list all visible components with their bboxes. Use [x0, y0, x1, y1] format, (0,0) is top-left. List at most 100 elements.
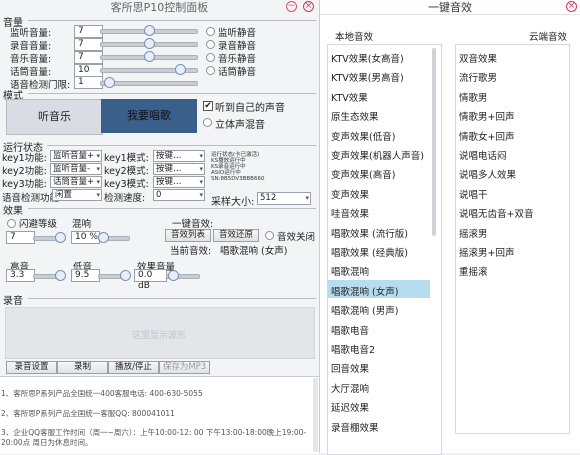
listen-music-button[interactable]: 听音乐	[6, 99, 103, 135]
volume-label: 话筒音量:	[10, 67, 52, 78]
notice-scrollbar[interactable]	[313, 378, 318, 452]
mute-label: 话筒静音	[218, 67, 257, 78]
local-effect-item[interactable]: KTV效果	[331, 90, 368, 104]
divider	[28, 20, 316, 21]
chevron-down-icon: ▾	[199, 165, 203, 173]
recording-section-title: 录音	[3, 296, 23, 307]
chevron-down-icon: ▾	[96, 165, 100, 173]
volume-knob[interactable]	[174, 64, 186, 75]
local-effect-item[interactable]: 变声效果(低音)	[331, 129, 395, 143]
effect-volume-knob[interactable]	[168, 270, 179, 281]
volume-input[interactable]: 7	[74, 25, 103, 38]
local-effects-header: 本地音效	[335, 32, 374, 43]
save-mp3-button[interactable]: 保存为MP3	[159, 361, 210, 374]
chevron-down-icon: ▾	[96, 152, 100, 160]
local-effect-item[interactable]: 变声效果	[331, 187, 369, 201]
mute-radio[interactable]	[206, 27, 215, 36]
effect-restore-button[interactable]: 音效还原	[213, 229, 259, 242]
divider	[28, 208, 316, 209]
volume-knob[interactable]	[144, 51, 155, 62]
reverb-knob[interactable]	[98, 232, 109, 243]
key-function-select[interactable]: 话筒音量+ ▾	[50, 176, 102, 188]
key-mode-select[interactable]: 按键… ▾	[153, 150, 205, 162]
cloud-effect-item[interactable]: 情歌女+回声	[459, 129, 514, 143]
bass-input[interactable]: 9.5	[71, 269, 100, 282]
volume-knob[interactable]	[144, 25, 155, 36]
local-effect-item[interactable]: 延迟效果	[331, 400, 369, 414]
local-effect-item[interactable]: KTV效果(男高音)	[331, 70, 404, 84]
cloud-effect-item[interactable]: 情歌男+回声	[459, 109, 514, 123]
chevron-down-icon: ▾	[199, 191, 203, 199]
local-effect-item[interactable]: 唱歌电音2	[331, 342, 375, 356]
cloud-effect-item[interactable]: 流行歌男	[459, 70, 497, 84]
local-effect-item[interactable]: 唱歌混响 (男声)	[331, 303, 398, 317]
cloud-effect-item[interactable]: 说唱干	[459, 187, 488, 201]
close-icon[interactable]: ×	[303, 1, 314, 12]
mute-radio[interactable]	[206, 53, 215, 62]
sample-size-select[interactable]: 512 ▾	[257, 192, 311, 205]
local-effect-item[interactable]: 哇音效果	[331, 206, 369, 220]
cloud-effects-header: 云端音效	[529, 32, 568, 43]
flash-level-input[interactable]: 7	[6, 231, 35, 244]
hear-self-checkbox[interactable]: ✔	[203, 101, 213, 111]
local-effect-item[interactable]: 唱歌效果 (流行版)	[331, 226, 408, 240]
sing-button[interactable]: 我要唱歌	[101, 99, 197, 133]
treble-knob[interactable]	[55, 270, 66, 281]
record-button[interactable]: 录制	[57, 361, 108, 374]
key-mode-select[interactable]: 按键… ▾	[153, 163, 205, 175]
mute-radio[interactable]	[206, 40, 215, 49]
local-effect-item[interactable]: 唱歌混响	[331, 264, 369, 278]
key-function-select[interactable]: 监听音量+ ▾	[50, 150, 102, 162]
key-function-select[interactable]: 监听音量- ▾	[50, 163, 102, 175]
cloud-effect-item[interactable]: 说唱电话闷	[459, 148, 507, 162]
volume-input[interactable]: 7	[74, 38, 103, 51]
key-mode-select[interactable]: 按键… ▾	[153, 176, 205, 188]
close-icon[interactable]: ×	[566, 1, 577, 12]
mute-radio[interactable]	[206, 66, 215, 75]
local-effect-item[interactable]: 回音效果	[331, 361, 369, 375]
cloud-effect-item[interactable]: 重摇滚	[459, 264, 488, 278]
local-effect-item[interactable]: 原生态效果	[331, 109, 379, 123]
divider	[28, 93, 316, 94]
voice-threshold-input[interactable]: 1	[74, 76, 103, 89]
local-effect-item[interactable]: 唱歌效果 (经典版)	[331, 245, 408, 259]
bass-knob[interactable]	[120, 270, 131, 281]
cloud-effect-item[interactable]: 说唱无齿音+双音	[459, 206, 533, 220]
flash-level-label: 闪避等级	[19, 219, 58, 230]
detect-speed-label: 检测速度:	[104, 193, 146, 204]
treble-input[interactable]: 3.3	[6, 269, 35, 282]
play-stop-button[interactable]: 播放/停止	[108, 361, 159, 374]
cloud-effect-item[interactable]: 情歌男	[459, 90, 488, 104]
volume-input[interactable]: 7	[74, 51, 103, 64]
volume-knob[interactable]	[144, 38, 155, 49]
local-effect-item[interactable]: 变声效果(机器人声音)	[331, 148, 424, 162]
cloud-effect-item[interactable]: 摇滚男+回声	[459, 245, 514, 259]
local-effect-item[interactable]: KTV效果(女高音)	[331, 51, 404, 65]
flash-level-knob[interactable]	[55, 232, 66, 243]
local-effect-item[interactable]: 大厅混响	[331, 381, 369, 395]
effect-list-button[interactable]: 音效列表	[165, 229, 211, 242]
volume-label: 监听音量:	[10, 28, 52, 39]
reverb-input[interactable]: 10 %	[71, 231, 100, 244]
local-list-scrollbar[interactable]	[432, 48, 436, 236]
local-effect-item[interactable]: 录音棚效果	[331, 420, 379, 434]
effect-off-radio[interactable]	[265, 231, 274, 240]
cloud-effect-item[interactable]: 双音效果	[459, 51, 497, 65]
cloud-effect-item[interactable]: 说唱多人效果	[459, 167, 516, 181]
cloud-effect-item[interactable]: 摇滚男	[459, 226, 488, 240]
key-function-label: key3功能:	[2, 179, 47, 190]
stereo-mix-radio[interactable]	[203, 118, 212, 127]
effect-volume-input[interactable]: 0.0 dB	[134, 269, 167, 291]
key-mode-label: key2模式:	[104, 166, 149, 177]
local-effect-item[interactable]: 变声效果(高音)	[331, 167, 395, 181]
flash-level-radio[interactable]	[7, 219, 16, 228]
voice-detect-select[interactable]: 闲置 ▾	[52, 189, 102, 201]
chevron-down-icon: ▾	[199, 178, 203, 186]
local-effect-item[interactable]: 唱歌混响 (女声)	[331, 284, 398, 298]
sample-size-label: 采样大小:	[211, 197, 255, 208]
current-effect-value: 唱歌混响 (女声)	[220, 246, 288, 257]
detect-speed-select[interactable]: 0 ▾	[153, 189, 205, 201]
local-effect-item[interactable]: 唱歌电音	[331, 323, 369, 337]
minimize-icon[interactable]: −	[286, 1, 297, 12]
record-settings-button[interactable]: 录音设置	[6, 361, 57, 374]
